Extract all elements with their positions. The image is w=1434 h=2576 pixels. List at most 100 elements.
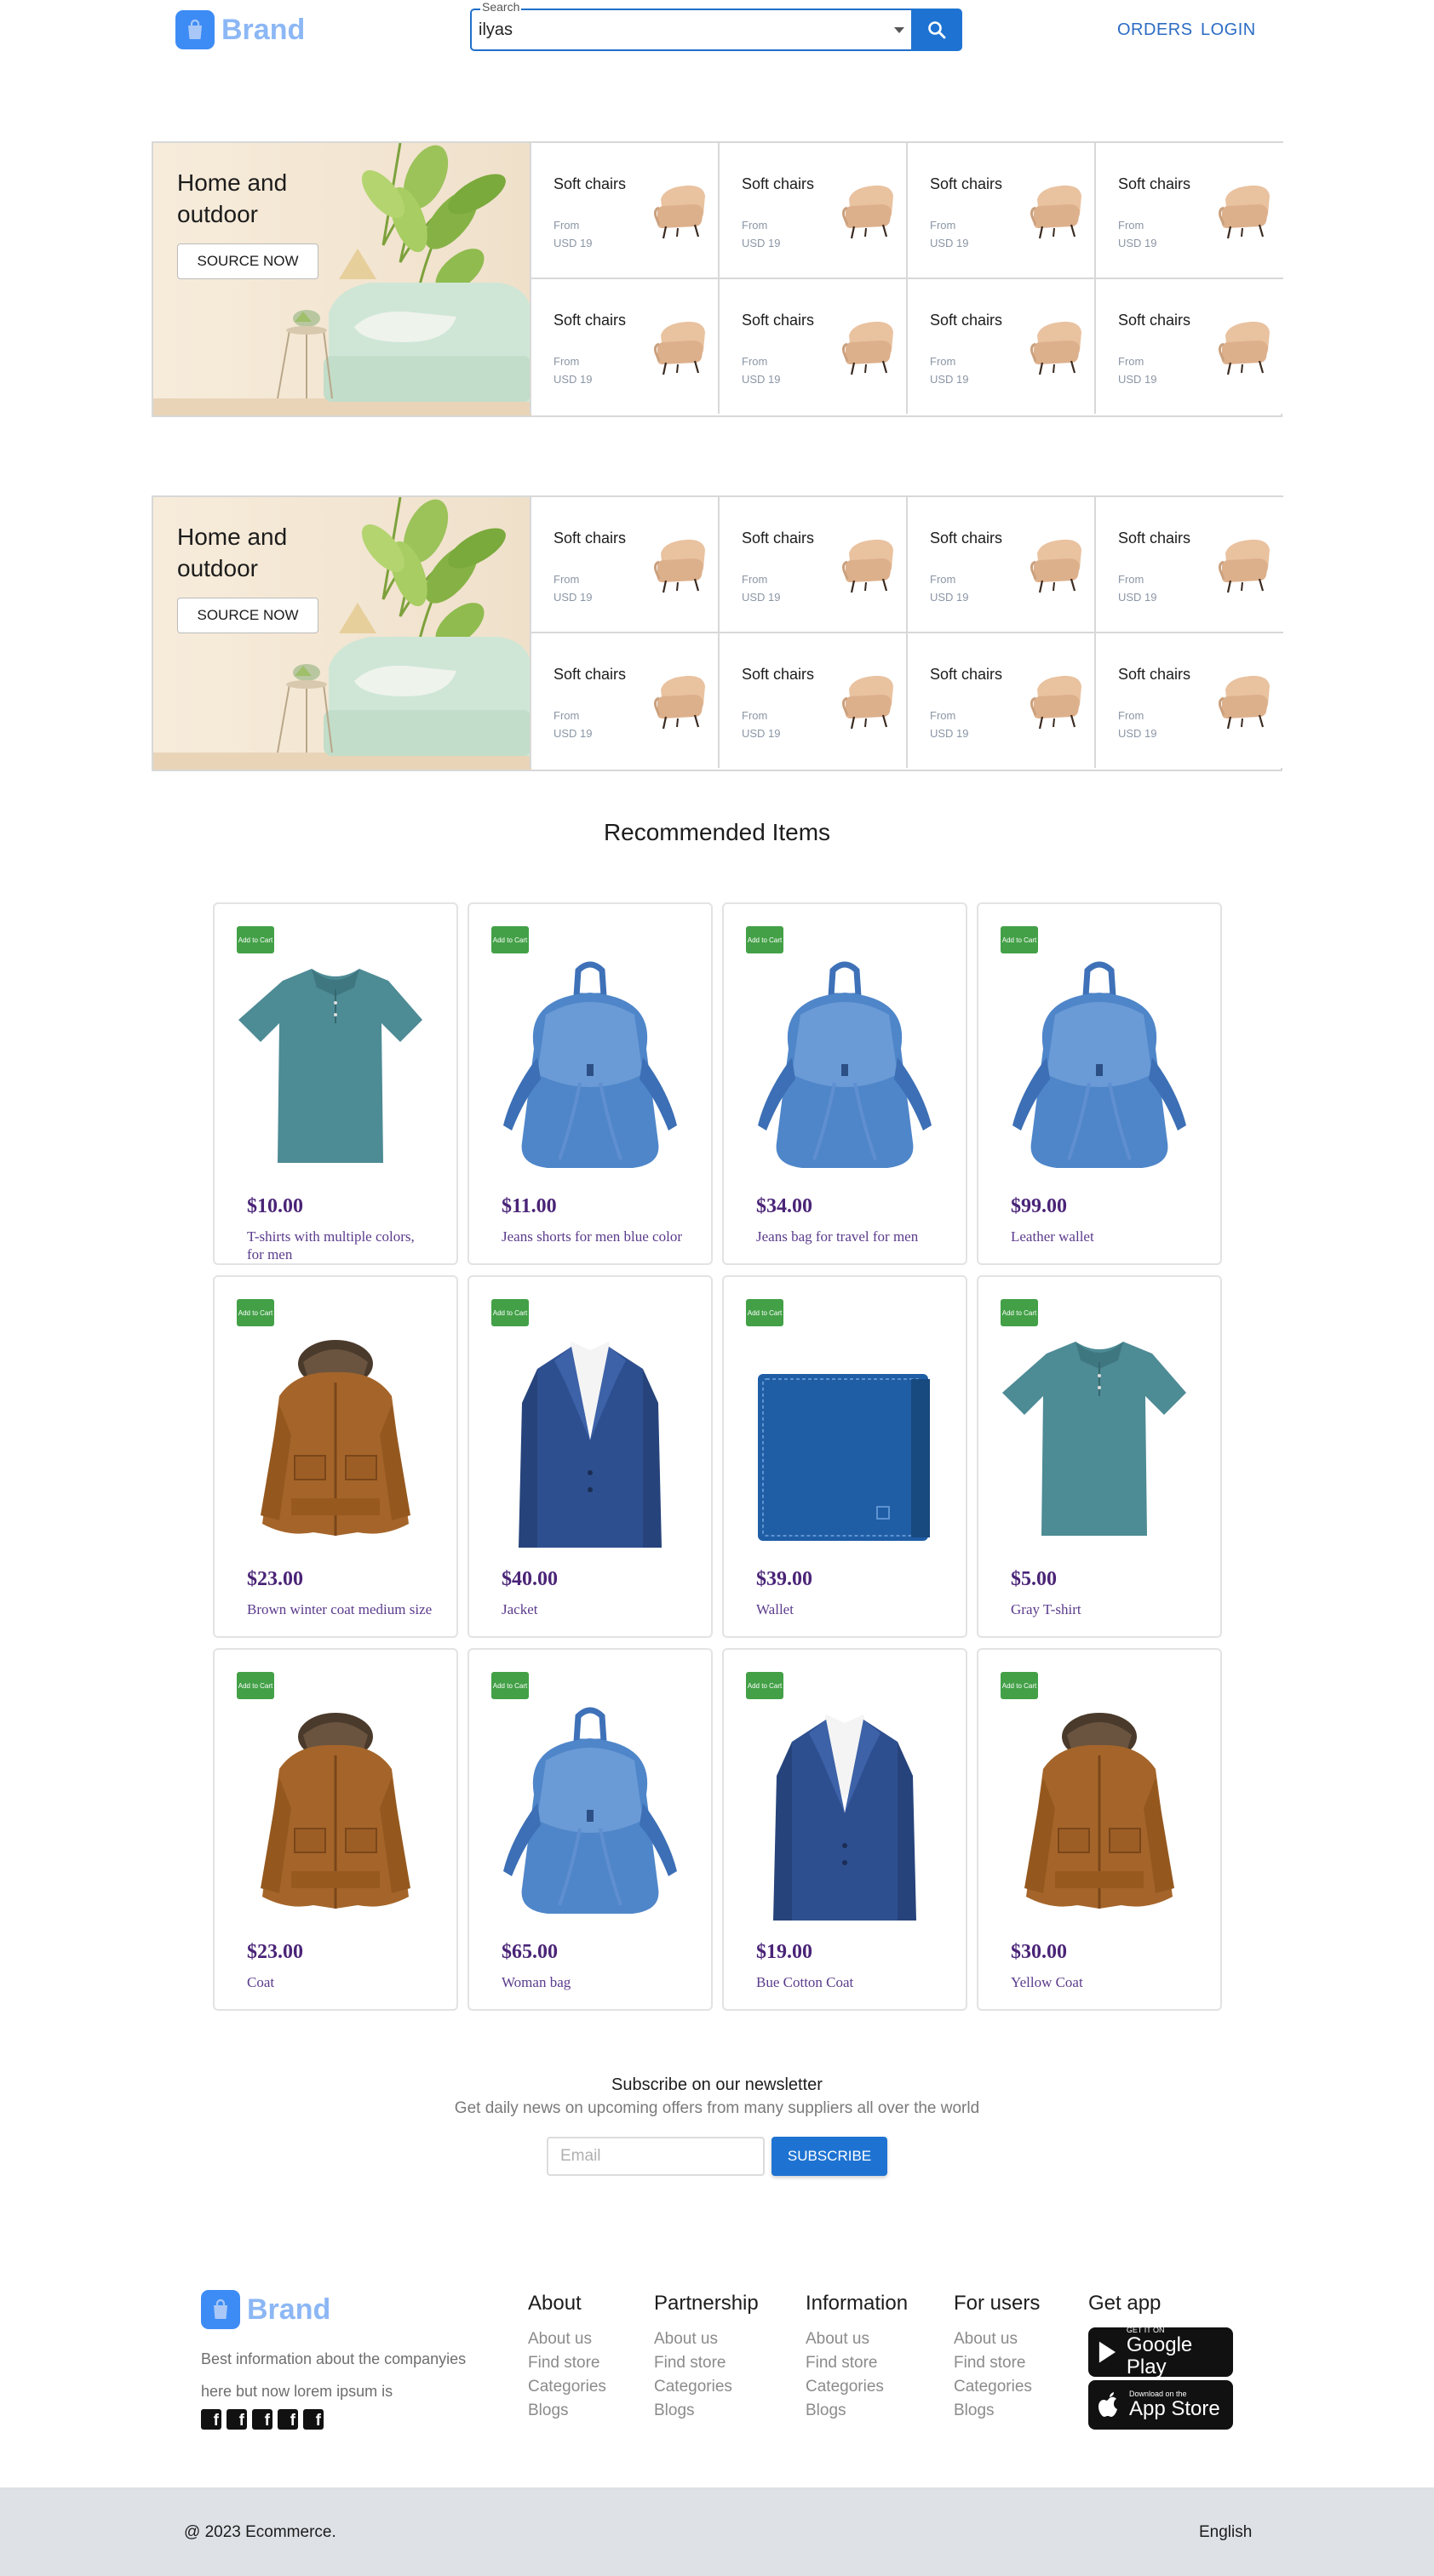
product-image[interactable] (486, 1701, 694, 1931)
product-name[interactable]: T-shirts with multiple colors, for men (247, 1228, 434, 1263)
nav-orders[interactable]: ORDERS (1117, 20, 1193, 40)
product-card[interactable]: Add to Cart $34.00 Jeans bag for travel fo… (722, 902, 967, 1265)
product-name[interactable]: Gray T-shirt (1011, 1600, 1198, 1618)
footer-link[interactable]: Find store (528, 2351, 606, 2375)
category-cell[interactable]: Soft chairs From USD 19 (906, 141, 1095, 278)
chevron-down-icon[interactable] (894, 27, 904, 33)
category-cell[interactable]: Soft chairs From USD 19 (1094, 278, 1283, 414)
category-cell[interactable]: Soft chairs From USD 19 (1094, 495, 1283, 632)
add-to-cart-button[interactable]: Add to Cart (746, 926, 783, 953)
app-store-badge[interactable]: Download on the App Store (1088, 2380, 1233, 2430)
facebook-icon[interactable]: f (227, 2409, 247, 2430)
category-cell[interactable]: Soft chairs From USD 19 (530, 278, 719, 414)
product-card[interactable]: Add to Cart $39.00 Wallet (722, 1275, 967, 1638)
footer-link[interactable]: About us (954, 2327, 1040, 2351)
product-image[interactable] (741, 1701, 949, 1931)
category-cell[interactable]: Soft chairs From USD 19 (530, 495, 719, 632)
footer-link[interactable]: Blogs (654, 2399, 759, 2423)
source-now-button[interactable]: SOURCE NOW (177, 243, 318, 279)
product-name[interactable]: Coat (247, 1973, 434, 1991)
add-to-cart-button[interactable]: Add to Cart (746, 1672, 783, 1699)
footer-link[interactable]: Categories (954, 2375, 1040, 2399)
add-to-cart-button[interactable]: Add to Cart (491, 1672, 529, 1699)
product-name[interactable]: Brown winter coat medium size (247, 1600, 434, 1618)
add-to-cart-button[interactable]: Add to Cart (1001, 926, 1038, 953)
product-image[interactable] (486, 955, 694, 1185)
source-now-button[interactable]: SOURCE NOW (177, 598, 318, 633)
category-cell[interactable]: Soft chairs From USD 19 (530, 141, 719, 278)
product-card[interactable]: Add to Cart $30.00 Yellow Coat (977, 1648, 1222, 2011)
category-cell[interactable]: Soft chairs From USD 19 (718, 278, 907, 414)
product-card[interactable]: Add to Cart $11.00 Jeans shorts for men bl… (467, 902, 713, 1265)
category-cell[interactable]: Soft chairs From USD 19 (718, 495, 907, 632)
google-play-badge[interactable]: GET IT ON Google Play (1088, 2326, 1233, 2379)
footer-link[interactable]: Find store (654, 2351, 759, 2375)
add-to-cart-button[interactable]: Add to Cart (237, 1299, 274, 1326)
footer-link[interactable]: Categories (528, 2375, 606, 2399)
add-to-cart-button[interactable]: Add to Cart (491, 1299, 529, 1326)
category-cell[interactable]: Soft chairs From USD 19 (718, 632, 907, 768)
product-image[interactable] (232, 1701, 439, 1931)
product-card[interactable]: Add to Cart $19.00 Bue Cotton Coat (722, 1648, 967, 2011)
subscribe-button[interactable]: SUBSCRIBE (771, 2137, 887, 2176)
add-to-cart-button[interactable]: Add to Cart (237, 1672, 274, 1699)
newsletter-email-input[interactable]: Email (547, 2137, 765, 2176)
footer-link[interactable]: About us (654, 2327, 759, 2351)
product-name[interactable]: Yellow Coat (1011, 1973, 1198, 1991)
product-image[interactable] (741, 955, 949, 1185)
category-cell[interactable]: Soft chairs From USD 19 (906, 495, 1095, 632)
footer-link[interactable]: Categories (806, 2375, 908, 2399)
add-to-cart-button[interactable]: Add to Cart (746, 1299, 783, 1326)
product-card[interactable]: Add to Cart $99.00 Leather wallet (977, 902, 1222, 1265)
search-field[interactable]: Search (470, 0, 913, 51)
footer-link[interactable]: Find store (806, 2351, 908, 2375)
category-cell[interactable]: Soft chairs From USD 19 (718, 141, 907, 278)
product-card[interactable]: Add to Cart $23.00 Coat (213, 1648, 458, 2011)
category-cell[interactable]: Soft chairs From USD 19 (906, 278, 1095, 414)
product-name[interactable]: Jeans bag for travel for men (756, 1228, 944, 1245)
footer-link[interactable]: Categories (654, 2375, 759, 2399)
product-name[interactable]: Wallet (756, 1600, 944, 1618)
footer-link[interactable]: About us (528, 2327, 606, 2351)
facebook-icon[interactable]: f (278, 2409, 298, 2430)
product-image[interactable] (995, 1328, 1203, 1558)
product-image[interactable] (232, 1328, 439, 1558)
nav-login[interactable]: LOGIN (1201, 20, 1256, 40)
product-name[interactable]: Jacket (502, 1600, 689, 1618)
product-name[interactable]: Leather wallet (1011, 1228, 1198, 1245)
footer-link[interactable]: About us (806, 2327, 908, 2351)
product-image[interactable] (995, 1701, 1203, 1931)
search-input[interactable] (479, 20, 879, 40)
product-card[interactable]: Add to Cart $23.00 Brown winter coat mediu… (213, 1275, 458, 1638)
category-cell[interactable]: Soft chairs From USD 19 (1094, 141, 1283, 278)
brand[interactable]: Brand (175, 10, 305, 49)
footer-link[interactable]: Blogs (806, 2399, 908, 2423)
product-image[interactable] (232, 955, 439, 1185)
category-cell[interactable]: Soft chairs From USD 19 (1094, 632, 1283, 768)
product-name[interactable]: Jeans shorts for men blue color (502, 1228, 689, 1245)
product-card[interactable]: Add to Cart $10.00 T-shirts with multiple … (213, 902, 458, 1265)
facebook-icon[interactable]: f (201, 2409, 221, 2430)
footer-brand[interactable]: Brand (201, 2290, 330, 2329)
language-selector[interactable]: English (1199, 2523, 1252, 2542)
product-card[interactable]: Add to Cart $5.00 Gray T-shirt (977, 1275, 1222, 1638)
facebook-icon[interactable]: f (252, 2409, 272, 2430)
product-image[interactable] (741, 1328, 949, 1558)
category-cell[interactable]: Soft chairs From USD 19 (906, 632, 1095, 768)
category-cell[interactable]: Soft chairs From USD 19 (530, 632, 719, 768)
add-to-cart-button[interactable]: Add to Cart (1001, 1299, 1038, 1326)
add-to-cart-button[interactable]: Add to Cart (1001, 1672, 1038, 1699)
footer-link[interactable]: Blogs (528, 2399, 606, 2423)
product-image[interactable] (995, 955, 1203, 1185)
facebook-icon[interactable]: f (303, 2409, 324, 2430)
product-image[interactable] (486, 1328, 694, 1558)
product-name[interactable]: Woman bag (502, 1973, 689, 1991)
add-to-cart-button[interactable]: Add to Cart (237, 926, 274, 953)
product-card[interactable]: Add to Cart $65.00 Woman bag (467, 1648, 713, 2011)
footer-link[interactable]: Blogs (954, 2399, 1040, 2423)
footer-link[interactable]: Find store (954, 2351, 1040, 2375)
product-name[interactable]: Bue Cotton Coat (756, 1973, 944, 1991)
product-card[interactable]: Add to Cart $40.00 Jacket (467, 1275, 713, 1638)
add-to-cart-button[interactable]: Add to Cart (491, 926, 529, 953)
search-button[interactable] (911, 9, 962, 51)
